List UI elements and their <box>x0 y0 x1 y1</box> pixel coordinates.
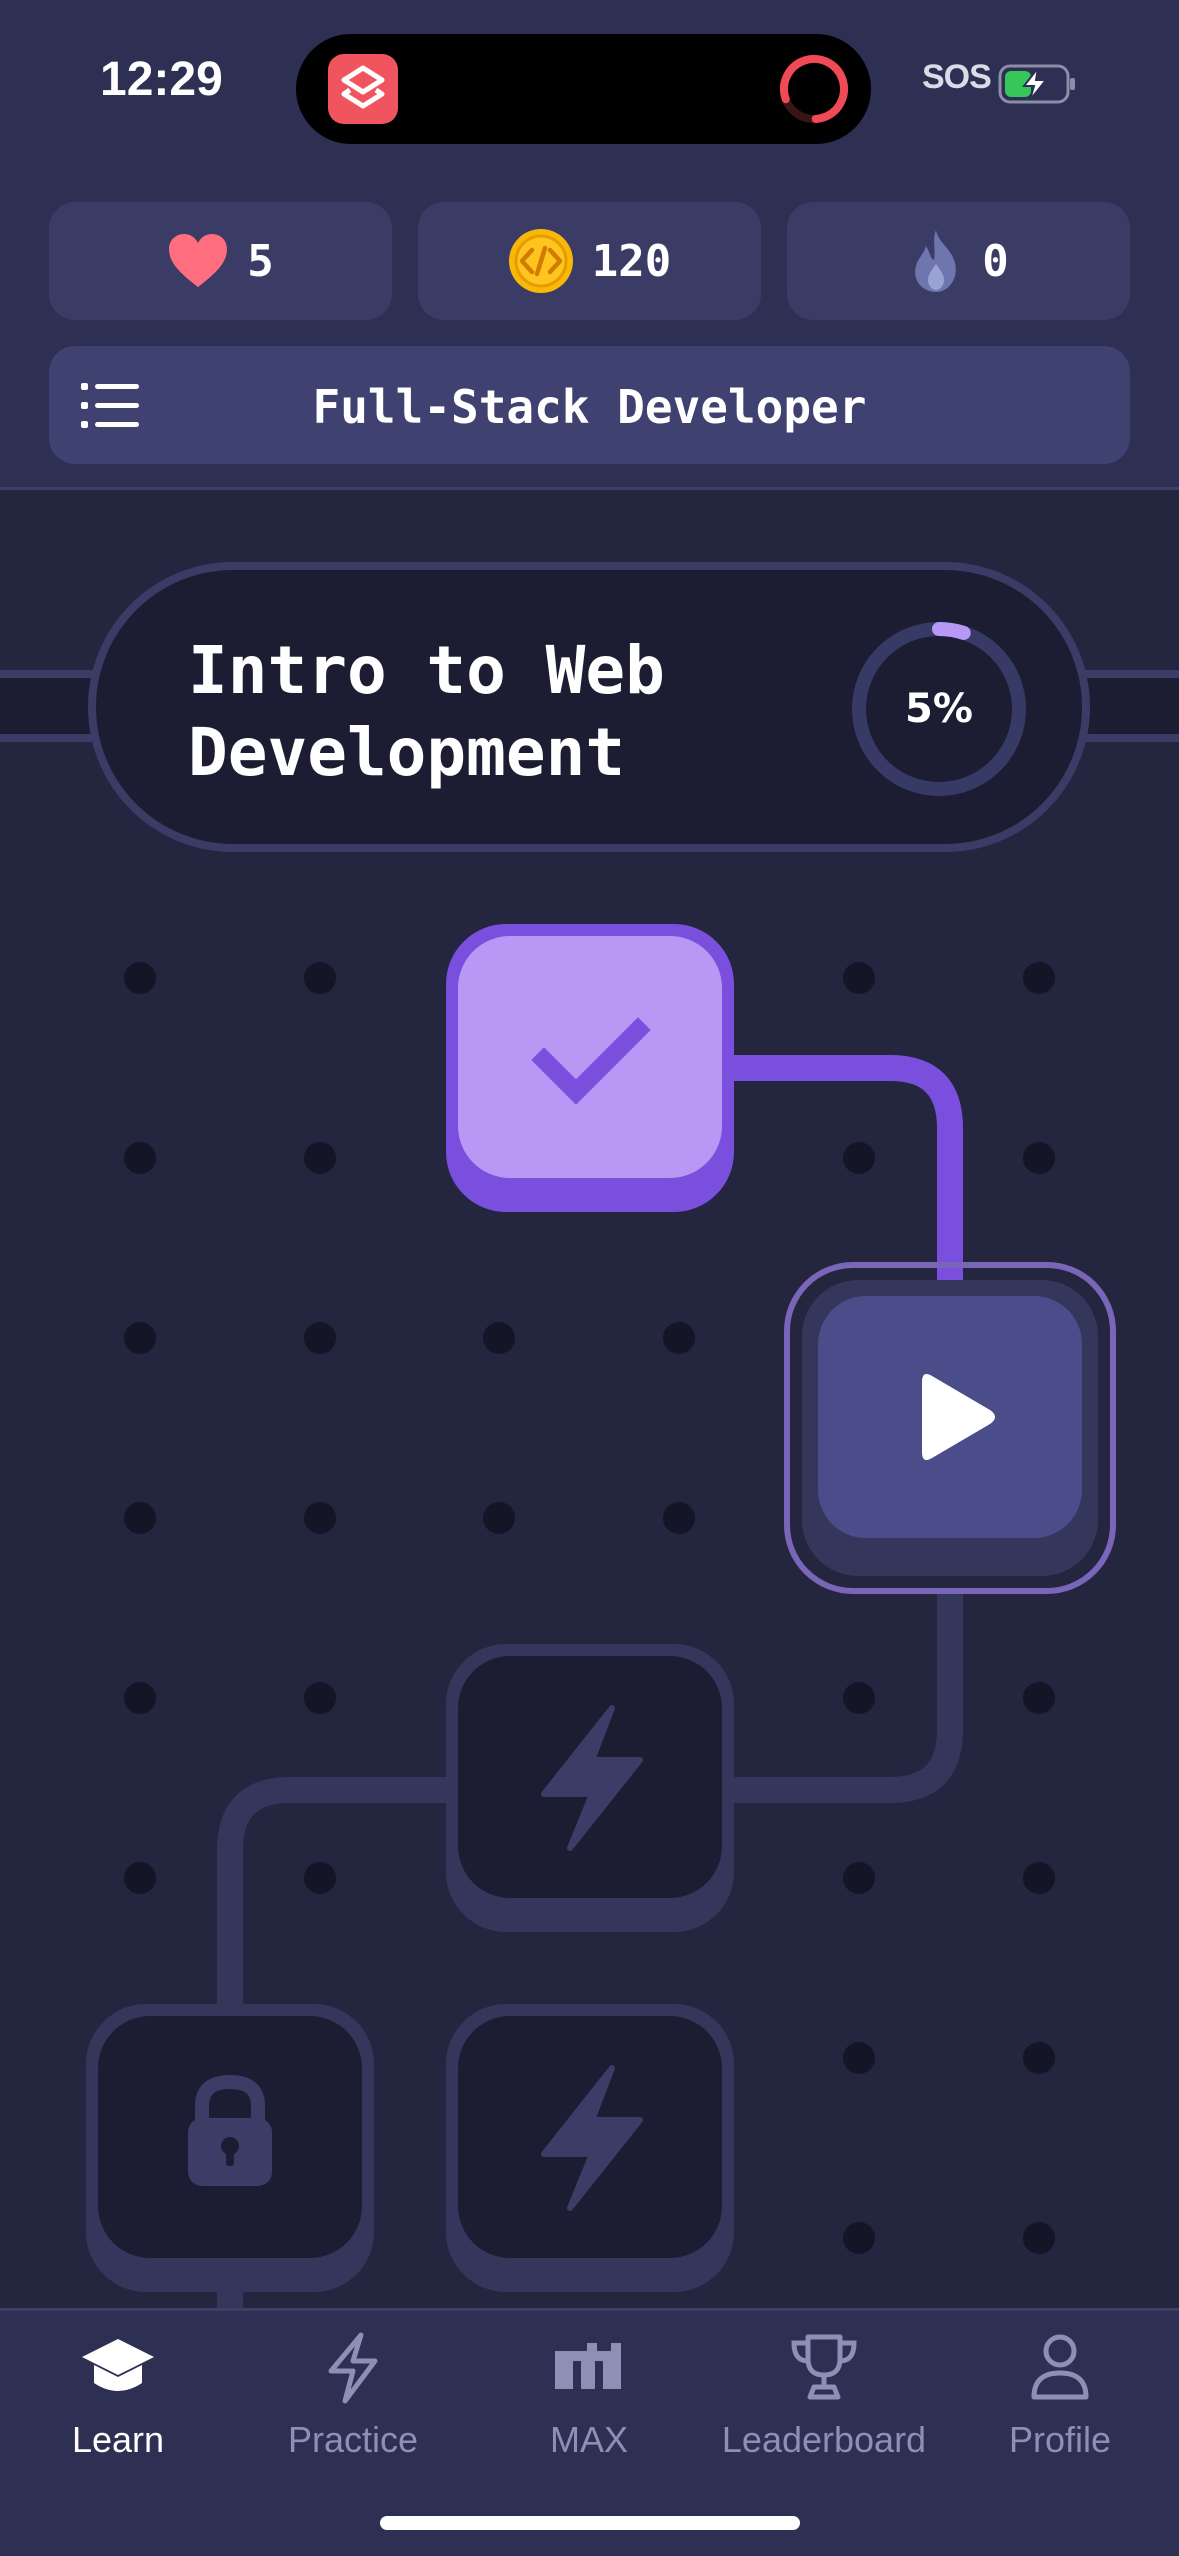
nav-profile-label: Profile <box>1008 2419 1112 2460</box>
unit-progress-label: 5% <box>905 686 973 732</box>
unit-banner[interactable]: Intro to Web Development 5% <box>88 562 1090 852</box>
nav-practice[interactable]: Practice <box>235 2311 471 2501</box>
lesson-node-current[interactable] <box>784 1262 1116 1594</box>
practice-node-locked-2[interactable] <box>446 2004 734 2292</box>
nav-leaderboard[interactable]: Leaderboard <box>706 2311 942 2501</box>
lesson-node-completed[interactable] <box>446 924 734 1212</box>
graduation-cap-icon <box>82 2339 154 2391</box>
home-indicator[interactable] <box>380 2516 800 2530</box>
nav-learn[interactable]: Learn <box>0 2311 236 2501</box>
lesson-node-locked[interactable] <box>86 2004 374 2292</box>
trophy-icon <box>791 2334 857 2400</box>
nav-leaderboard-label: Leaderboard <box>721 2419 927 2460</box>
practice-node-locked[interactable] <box>446 1644 734 1932</box>
nav-max-label: MAX <box>549 2419 628 2460</box>
nav-profile[interactable]: Profile <box>942 2311 1178 2501</box>
nav-practice-label: Practice <box>287 2419 419 2460</box>
app-screen: 12:29 SOS 5 120 0 Full-Stack Developer I… <box>0 0 1179 2556</box>
unit-title: Intro to Web Development <box>188 632 665 791</box>
lightning-icon <box>328 2332 378 2404</box>
max-logo-icon <box>555 2343 621 2389</box>
person-icon <box>1031 2334 1089 2400</box>
nav-max[interactable]: MAX <box>471 2311 707 2501</box>
nav-learn-label: Learn <box>71 2419 165 2460</box>
